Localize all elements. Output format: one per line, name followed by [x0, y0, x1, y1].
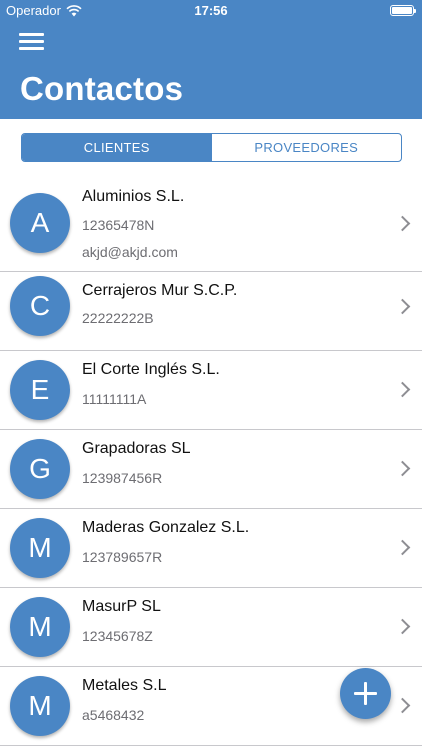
contact-email: akjd@akjd.com — [82, 244, 178, 260]
hamburger-menu-icon[interactable] — [19, 32, 44, 52]
battery-icon — [390, 5, 416, 16]
chevron-right-icon — [394, 460, 411, 477]
contact-row[interactable]: A Aluminios S.L. 12365478N akjd@akjd.com — [0, 177, 422, 272]
avatar: M — [10, 676, 70, 736]
menu-line — [19, 33, 44, 36]
contact-name: Cerrajeros Mur S.C.P. — [82, 282, 238, 299]
avatar: C — [10, 276, 70, 336]
contact-row[interactable]: C Cerrajeros Mur S.C.P. 22222222B — [0, 272, 422, 351]
contact-nif: 123987456R — [82, 470, 163, 486]
contact-nif: 11111111A — [82, 391, 147, 407]
segmented-control: CLIENTES PROVEEDORES — [21, 133, 402, 162]
app-header: Operador 17:56 Contactos — [0, 0, 422, 119]
contact-nif: 22222222B — [82, 310, 154, 326]
avatar: E — [10, 360, 70, 420]
menu-line — [19, 40, 44, 43]
avatar: M — [10, 518, 70, 578]
chevron-right-icon — [394, 215, 411, 232]
page-title: Contactos — [20, 70, 184, 107]
tab-proveedores[interactable]: PROVEEDORES — [212, 134, 402, 161]
tab-clientes[interactable]: CLIENTES — [22, 134, 212, 161]
menu-line — [19, 47, 44, 50]
contact-row[interactable]: M Maderas Gonzalez S.L. 123789657R — [0, 509, 422, 588]
contact-name: Grapadoras SL — [82, 440, 191, 457]
contact-nif: 12365478N — [82, 217, 155, 233]
status-bar: Operador 17:56 — [0, 0, 422, 22]
contact-row[interactable]: E El Corte Inglés S.L. 11111111A — [0, 351, 422, 430]
chevron-right-icon — [394, 697, 411, 714]
contact-nif: a5468432 — [82, 707, 145, 723]
add-contact-button[interactable] — [340, 668, 391, 719]
avatar: M — [10, 597, 70, 657]
contact-name: El Corte Inglés S.L. — [82, 361, 220, 378]
contact-name: Aluminios S.L. — [82, 188, 185, 205]
chevron-right-icon — [394, 298, 411, 315]
avatar: A — [10, 193, 70, 253]
chevron-right-icon — [394, 618, 411, 635]
chevron-right-icon — [394, 381, 411, 398]
contact-row[interactable]: G Grapadoras SL 123987456R — [0, 430, 422, 509]
contact-name: MasurP SL — [82, 598, 161, 615]
contacts-list: A Aluminios S.L. 12365478N akjd@akjd.com… — [0, 177, 422, 746]
contact-nif: 123789657R — [82, 549, 163, 565]
clock: 17:56 — [194, 3, 228, 18]
avatar: G — [10, 439, 70, 499]
chevron-right-icon — [394, 539, 411, 556]
contact-name: Metales S.L — [82, 677, 167, 694]
contact-name: Maderas Gonzalez S.L. — [82, 519, 250, 536]
contact-row[interactable]: M MasurP SL 12345678Z — [0, 588, 422, 667]
contact-nif: 12345678Z — [82, 628, 153, 644]
